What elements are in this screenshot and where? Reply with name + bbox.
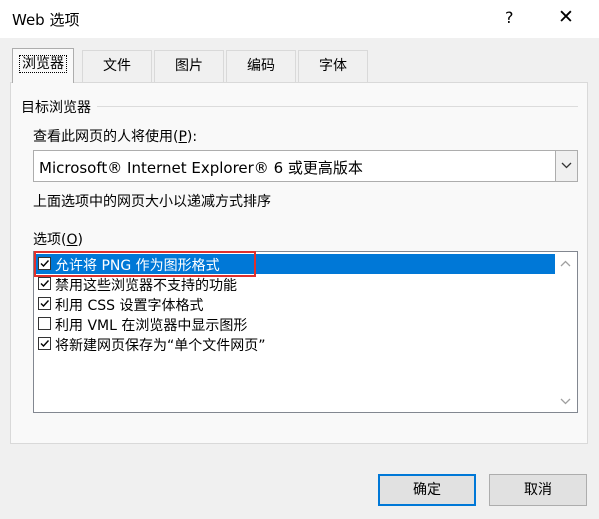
title-bar: Web 选项 ? ✕ bbox=[0, 0, 599, 38]
close-button[interactable]: ✕ bbox=[558, 6, 574, 28]
checkmark-icon bbox=[40, 300, 50, 308]
tab-pictures[interactable]: 图片 bbox=[154, 50, 224, 82]
option-label: 将新建网页保存为“单个文件网页” bbox=[55, 338, 266, 354]
option-label: 利用 CSS 设置字体格式 bbox=[55, 298, 204, 314]
chevron-down-icon bbox=[561, 162, 572, 169]
option-label: 利用 VML 在浏览器中显示图形 bbox=[55, 318, 248, 334]
chevron-up-icon bbox=[560, 260, 571, 267]
options-listbox[interactable]: 允许将 PNG 作为图形格式 禁用这些浏览器不支持的功能 利用 CSS 设置字体… bbox=[33, 251, 578, 413]
chevron-down-icon bbox=[560, 398, 571, 405]
browser-question-label: 查看此网页的人将使用(P): bbox=[33, 129, 198, 145]
checkbox-checked[interactable] bbox=[38, 297, 51, 310]
list-scrollbar[interactable] bbox=[555, 252, 577, 412]
tab-label: 编码 bbox=[247, 58, 275, 74]
cancel-button[interactable]: 取消 bbox=[489, 474, 587, 506]
option-disable-unsupported[interactable]: 禁用这些浏览器不支持的功能 bbox=[36, 274, 555, 294]
browser-select[interactable]: Microsoft® Internet Explorer® 6 或更高版本 bbox=[33, 150, 578, 182]
tab-browser[interactable]: 浏览器 bbox=[12, 48, 74, 83]
group-title: 目标浏览器 bbox=[21, 97, 97, 117]
option-single-file[interactable]: 将新建网页保存为“单个文件网页” bbox=[36, 334, 555, 354]
option-vml-graphics[interactable]: 利用 VML 在浏览器中显示图形 bbox=[36, 314, 555, 334]
checkbox-checked[interactable] bbox=[38, 277, 51, 290]
tab-label: 字体 bbox=[319, 58, 347, 74]
checkmark-icon bbox=[40, 280, 50, 288]
tab-label: 浏览器 bbox=[19, 55, 67, 73]
access-key: O bbox=[66, 232, 78, 248]
tab-fonts[interactable]: 字体 bbox=[298, 50, 368, 82]
tab-label: 图片 bbox=[175, 58, 203, 74]
tab-files[interactable]: 文件 bbox=[82, 50, 152, 82]
dropdown-button[interactable] bbox=[555, 151, 577, 181]
checkmark-icon bbox=[40, 340, 50, 348]
option-css-fonts[interactable]: 利用 CSS 设置字体格式 bbox=[36, 294, 555, 314]
options-label: 选项(O) bbox=[33, 232, 83, 248]
checkbox-checked[interactable] bbox=[38, 337, 51, 350]
option-allow-png[interactable]: 允许将 PNG 作为图形格式 bbox=[34, 251, 555, 277]
browser-select-value: Microsoft® Internet Explorer® 6 或更高版本 bbox=[39, 159, 363, 177]
ok-button[interactable]: 确定 bbox=[378, 474, 476, 506]
tab-label: 文件 bbox=[103, 58, 131, 74]
checkmark-icon bbox=[40, 260, 50, 268]
checkbox-checked[interactable] bbox=[38, 257, 51, 270]
sort-note: 上面选项中的网页大小以递减方式排序 bbox=[33, 194, 271, 210]
checkbox-unchecked[interactable] bbox=[38, 317, 51, 330]
window-title: Web 选项 bbox=[12, 11, 80, 29]
access-key: P bbox=[178, 129, 187, 145]
help-button[interactable]: ? bbox=[505, 8, 514, 27]
option-label: 允许将 PNG 作为图形格式 bbox=[55, 258, 220, 274]
tab-encoding[interactable]: 编码 bbox=[226, 50, 296, 82]
group-divider bbox=[21, 106, 578, 107]
option-label: 禁用这些浏览器不支持的功能 bbox=[55, 278, 237, 294]
